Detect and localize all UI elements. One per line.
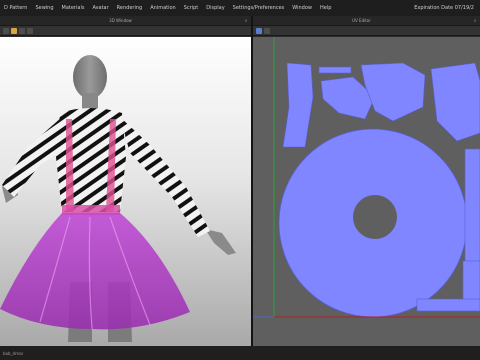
- uv-select-tool-icon[interactable]: [256, 27, 262, 34]
- uv-editor[interactable]: [253, 37, 480, 346]
- avatar-right-hand: [205, 229, 236, 255]
- menu-item-window[interactable]: Window: [288, 5, 316, 11]
- uv-island-2: [318, 66, 352, 74]
- avatar-head: [73, 55, 107, 99]
- close-icon[interactable]: ×: [241, 18, 251, 23]
- license-expiration: Expiration Date 07/19/2: [414, 5, 474, 11]
- menu-item-pattern[interactable]: D Pattern: [0, 5, 31, 11]
- panel-title-uv: UV Editor: [352, 18, 371, 23]
- panel-header-3d: 3D Window ×: [0, 16, 251, 26]
- toolbar-3d: [0, 26, 251, 36]
- pin-tool-icon[interactable]: [27, 27, 33, 34]
- uv-island-1: [282, 62, 314, 148]
- move-tool-icon[interactable]: [11, 27, 17, 34]
- menu-item-script[interactable]: Script: [180, 5, 203, 11]
- select-tool-icon[interactable]: [3, 27, 9, 34]
- panel-header-uv: UV Editor ×: [253, 16, 480, 26]
- uv-island-7: [462, 260, 480, 306]
- menu-item-avatar[interactable]: Avatar: [88, 5, 112, 11]
- avatar-render: [0, 55, 236, 342]
- uv-island-4: [360, 62, 426, 122]
- rotate-tool-icon[interactable]: [19, 27, 25, 34]
- menu-item-animation[interactable]: Animation: [146, 5, 180, 11]
- panel-title-3d: 3D Window: [109, 18, 132, 23]
- uv-layout: [253, 37, 480, 318]
- menu-item-display[interactable]: Display: [202, 5, 228, 11]
- purple-skirt: [0, 213, 190, 330]
- uv-transform-tool-icon[interactable]: [264, 27, 270, 34]
- menu-item-materials[interactable]: Materials: [58, 5, 89, 11]
- menu-bar: D Pattern Sewing Materials Avatar Render…: [0, 0, 480, 16]
- status-bar: bab_dress: [0, 346, 480, 360]
- avatar-neck: [82, 93, 98, 109]
- toolbar-uv: [253, 26, 480, 36]
- close-icon[interactable]: ×: [470, 18, 480, 23]
- menu-item-sewing[interactable]: Sewing: [31, 5, 57, 11]
- uv-island-6: [464, 148, 480, 280]
- menu-item-help[interactable]: Help: [316, 5, 335, 11]
- status-text: bab_dress: [3, 350, 24, 356]
- uv-island-8: [416, 298, 480, 312]
- skirt-uv-hole: [353, 195, 397, 239]
- viewport-3d[interactable]: [0, 37, 251, 346]
- menu-item-rendering[interactable]: Rendering: [113, 5, 147, 11]
- uv-island-5: [430, 62, 480, 142]
- menu-item-settings[interactable]: Settings/Preferences: [229, 5, 289, 11]
- right-sleeve: [120, 117, 210, 237]
